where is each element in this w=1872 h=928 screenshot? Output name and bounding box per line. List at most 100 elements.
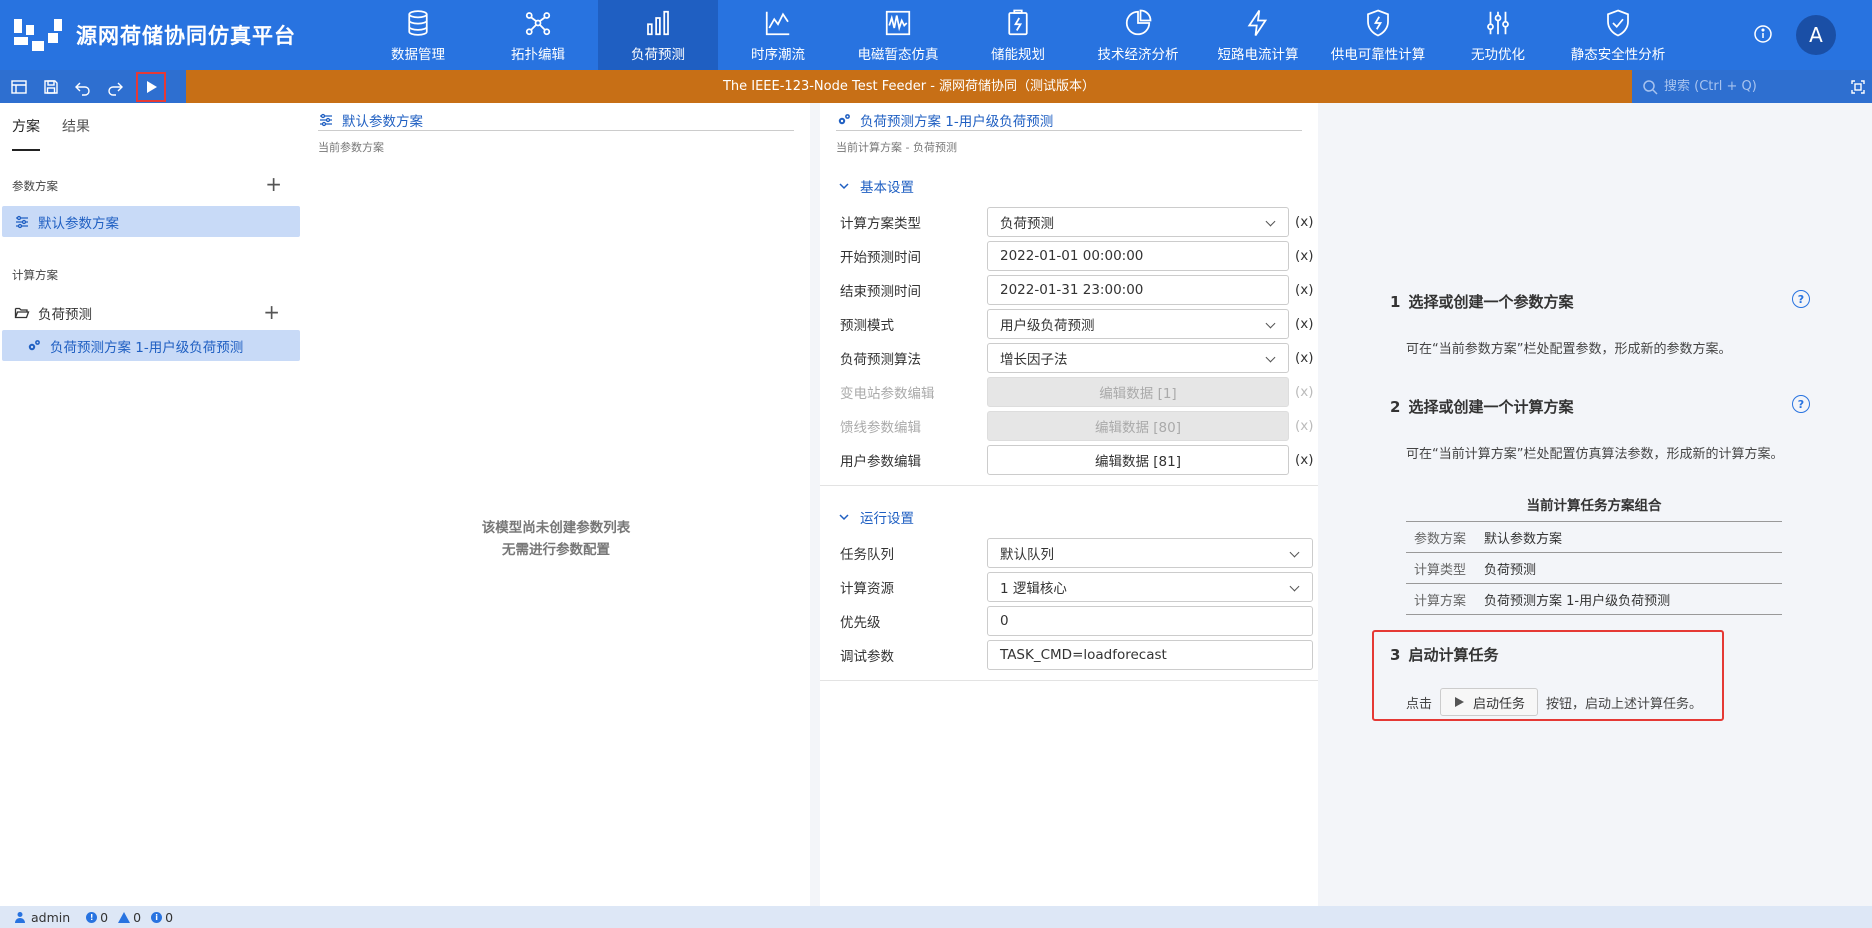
status-infos[interactable]: i 0 <box>151 910 173 925</box>
add-calc-scheme-button[interactable]: + <box>263 300 280 324</box>
expression-toggle[interactable]: (x) <box>1295 248 1314 264</box>
param-section-title: 参数方案 <box>12 179 58 193</box>
undo-button[interactable] <box>70 74 96 100</box>
combo-value: 默认参数方案 <box>1484 531 1563 547</box>
nav-topology-edit[interactable]: 拓扑编辑 <box>478 0 598 70</box>
debug-params-input[interactable]: TASK_CMD=loadforecast <box>987 640 1313 670</box>
add-param-scheme-button[interactable]: + <box>265 174 282 194</box>
layout-button[interactable] <box>6 74 32 100</box>
play-icon <box>147 80 157 93</box>
bar-chart-icon <box>647 10 669 35</box>
save-button[interactable] <box>38 74 64 100</box>
expression-toggle[interactable]: (x) <box>1295 316 1314 332</box>
calc-scheme-item[interactable]: 负荷预测方案 1-用户级负荷预测 <box>2 330 300 361</box>
nav-load-forecast[interactable]: 负荷预测 <box>598 0 718 70</box>
nav-label: 技术经济分析 <box>1097 46 1179 63</box>
sidebar-tabs: 方案 结果 <box>0 103 302 151</box>
nav-techno-economic[interactable]: 技术经济分析 <box>1078 0 1198 70</box>
empty-line-2: 无需进行参数配置 <box>502 542 610 558</box>
nav-label: 时序潮流 <box>751 46 805 63</box>
calc-panel-header: 负荷预测方案 1-用户级负荷预测 <box>836 103 1302 131</box>
pie-chart-icon <box>1125 9 1152 35</box>
help-icon[interactable]: ? <box>1792 395 1810 413</box>
tab-result[interactable]: 结果 <box>62 103 90 151</box>
run-button[interactable] <box>136 71 166 102</box>
param-panel-title: 默认参数方案 <box>342 113 423 130</box>
nav-timeseries-flow[interactable]: 时序潮流 <box>718 0 838 70</box>
nav-data-management[interactable]: 数据管理 <box>358 0 478 70</box>
combo-table: 参数方案 默认参数方案 计算类型 负荷预测 计算方案 负荷预测方案 1-用户级负… <box>1406 521 1782 615</box>
fullscreen-button[interactable] <box>1844 70 1872 103</box>
lightning-icon <box>1247 9 1268 36</box>
redo-button[interactable] <box>102 74 128 100</box>
nav-label: 负荷预测 <box>631 46 685 63</box>
expression-toggle[interactable]: (x) <box>1295 452 1314 468</box>
param-scheme-item[interactable]: 默认参数方案 <box>2 206 300 237</box>
status-warnings[interactable]: 0 <box>118 910 141 925</box>
nav-em-transient[interactable]: 电磁暂态仿真 <box>838 0 958 70</box>
edit-user-data-button[interactable]: 编辑数据 [81] <box>987 445 1289 475</box>
nav-label: 短路电流计算 <box>1217 46 1299 63</box>
nav-static-security[interactable]: 静态安全性分析 <box>1558 0 1678 70</box>
nav-storage-planning[interactable]: 储能规划 <box>958 0 1078 70</box>
algorithm-select[interactable]: 增长因子法 <box>987 343 1289 373</box>
form-row-feeder-params: 馈线参数编辑 编辑数据 [80] (x) <box>820 409 1318 443</box>
step-3-prefix: 点击 <box>1406 696 1433 712</box>
form-row-substation-params: 变电站参数编辑 编辑数据 [1] (x) <box>820 375 1318 409</box>
info-icon: i <box>151 911 163 923</box>
start-task-button[interactable]: 启动任务 <box>1440 688 1539 716</box>
forecast-mode-select[interactable]: 用户级负荷预测 <box>987 309 1289 339</box>
gears-icon <box>838 113 850 124</box>
field-label: 优先级 <box>840 615 881 631</box>
priority-input[interactable]: 0 <box>987 606 1313 636</box>
start-time-input[interactable]: 2022-01-01 00:00:00 <box>987 241 1289 271</box>
guide-panel: 1 选择或创建一个参数方案 ? 可在“当前参数方案”栏处配置参数，形成新的参数方案… <box>1318 103 1872 906</box>
compute-resource-select[interactable]: 1 逻辑核心 <box>987 572 1313 602</box>
status-user[interactable]: admin <box>14 910 70 925</box>
expression-toggle: (x) <box>1295 418 1314 434</box>
empty-state-message: 该模型尚未创建参数列表 无需进行参数配置 <box>302 517 810 561</box>
nav-short-circuit[interactable]: 短路电流计算 <box>1198 0 1318 70</box>
search-icon <box>1643 79 1658 95</box>
basic-settings-group[interactable]: 基本设置 <box>820 173 1318 199</box>
search-input[interactable] <box>1664 79 1834 94</box>
scheme-sidebar: 方案 结果 参数方案 + 默认参数方案 计算方案 负荷预测 + 负荷预测方案 1… <box>0 103 302 906</box>
nav-reliability[interactable]: 供电可靠性计算 <box>1318 0 1438 70</box>
calc-type-select[interactable]: 负荷预测 <box>987 207 1289 237</box>
expression-toggle[interactable]: (x) <box>1295 214 1314 230</box>
app-title: 源网荷储协同仿真平台 <box>76 24 296 48</box>
calc-scheme-panel: 负荷预测方案 1-用户级负荷预测 当前计算方案 - 负荷预测 基本设置 计算方案… <box>820 103 1318 906</box>
info-count: 0 <box>165 909 174 925</box>
run-settings-group[interactable]: 运行设置 <box>820 504 1318 530</box>
layout-icon <box>11 79 27 94</box>
warning-count: 0 <box>133 909 142 925</box>
param-panel-header: 默认参数方案 <box>318 103 794 131</box>
toolbar-actions <box>0 70 186 103</box>
form-row-debug-params: 调试参数 TASK_CMD=loadforecast <box>820 638 1318 672</box>
param-scheme-panel: 默认参数方案 当前参数方案 该模型尚未创建参数列表 无需进行参数配置 <box>302 103 810 906</box>
help-icon[interactable]: ? <box>1792 290 1810 308</box>
param-section-label: 参数方案 + <box>0 174 302 196</box>
info-icon[interactable] <box>1752 23 1774 45</box>
combo-value: 负荷预测 <box>1484 562 1537 578</box>
tab-scheme[interactable]: 方案 <box>12 103 40 151</box>
nav-reactive-optimization[interactable]: 无功优化 <box>1438 0 1558 70</box>
user-avatar[interactable]: A <box>1796 15 1836 55</box>
form-row-end-time: 结束预测时间 2022-01-31 23:00:00 (x) <box>820 273 1318 307</box>
nav-label: 数据管理 <box>391 46 445 63</box>
calc-panel-subtitle: 当前计算方案 - 负荷预测 <box>836 141 957 154</box>
field-label: 计算方案类型 <box>840 216 921 232</box>
chevron-down-icon <box>839 183 849 190</box>
expression-toggle[interactable]: (x) <box>1295 350 1314 366</box>
step-text: 启动计算任务 <box>1408 646 1499 664</box>
folder-load-forecast[interactable]: 负荷预测 + <box>2 297 300 328</box>
end-time-input[interactable]: 2022-01-31 23:00:00 <box>987 275 1289 305</box>
battery-icon <box>1008 9 1028 35</box>
task-queue-select[interactable]: 默认队列 <box>987 538 1313 568</box>
main-nav: 数据管理 拓扑编辑 负荷预测 时序潮流 电磁暂态仿真 储能规划 技术经济分析 短… <box>358 0 1678 70</box>
nav-label: 储能规划 <box>991 46 1045 63</box>
form-row-user-params: 用户参数编辑 编辑数据 [81] (x) <box>820 443 1318 477</box>
expression-toggle: (x) <box>1295 384 1314 400</box>
expression-toggle[interactable]: (x) <box>1295 282 1314 298</box>
status-errors[interactable]: ! 0 <box>86 910 108 925</box>
